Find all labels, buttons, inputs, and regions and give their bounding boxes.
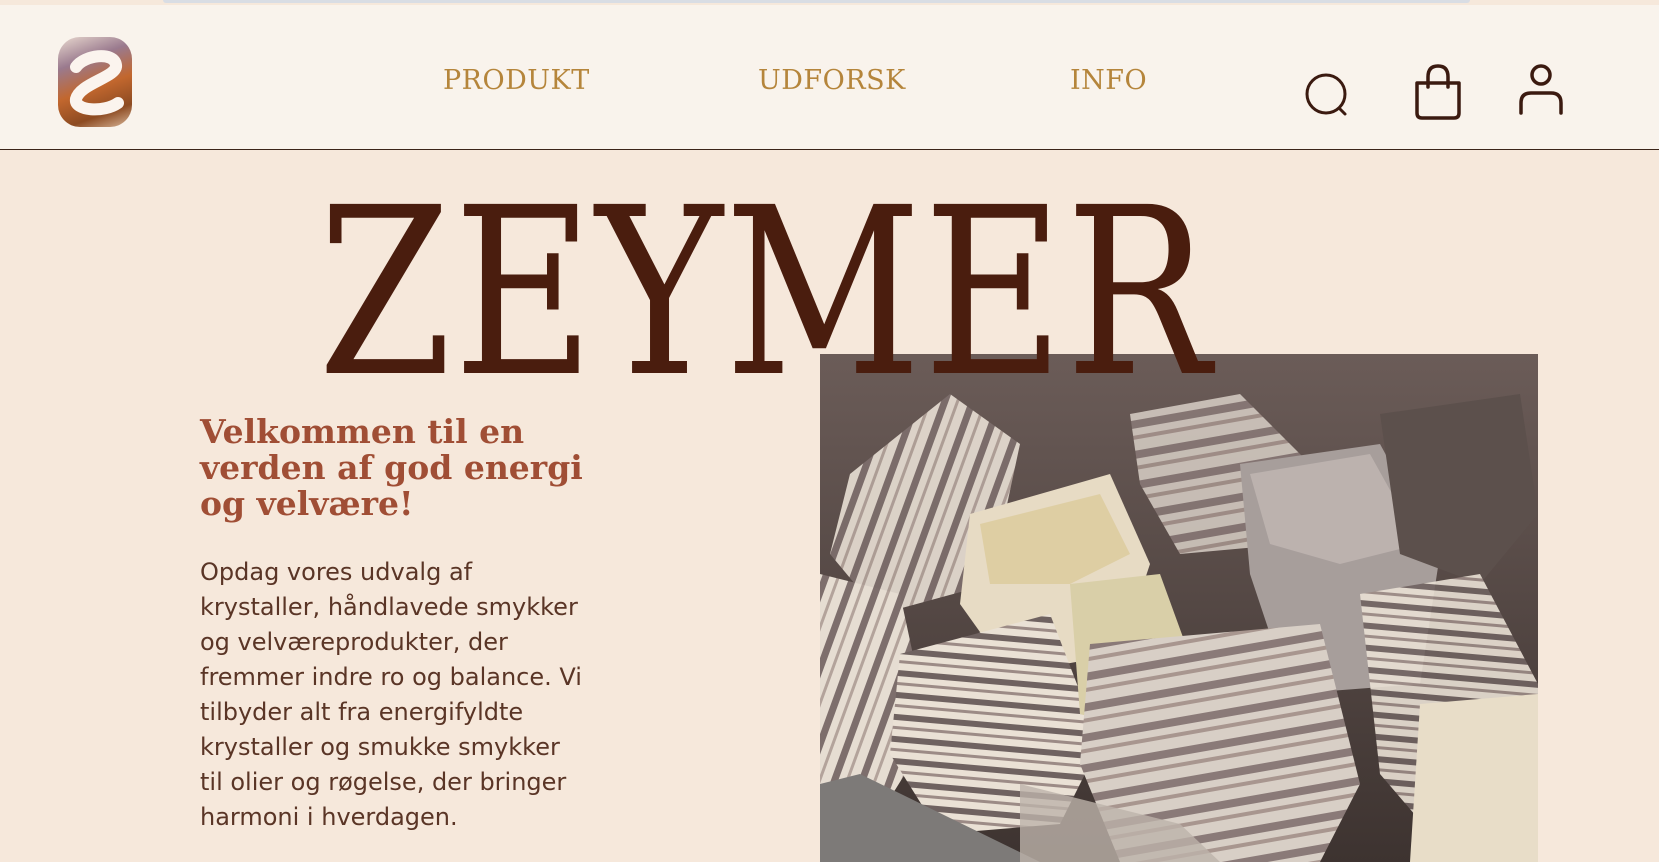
search-icon[interactable] — [1305, 73, 1353, 126]
hero-description: Opdag vores udvalg af krystaller, håndla… — [200, 558, 582, 831]
site-header: PRODUKT UDFORSK INFO — [0, 5, 1659, 150]
shopping-bag-icon[interactable] — [1412, 63, 1464, 126]
browser-top-edge — [163, 0, 1470, 3]
nav-produkt[interactable]: PRODUKT — [443, 67, 590, 94]
zeymer-wordmark: ZEYMER — [318, 158, 1213, 428]
user-icon[interactable] — [1518, 63, 1564, 120]
zeymer-logo-icon[interactable] — [58, 37, 132, 127]
crystal-rocks-image — [820, 354, 1538, 862]
hero-headline: Velkommen til en verden af god energi og… — [200, 412, 583, 523]
nav-udforsk[interactable]: UDFORSK — [758, 67, 906, 94]
nav-info[interactable]: INFO — [1070, 67, 1147, 94]
